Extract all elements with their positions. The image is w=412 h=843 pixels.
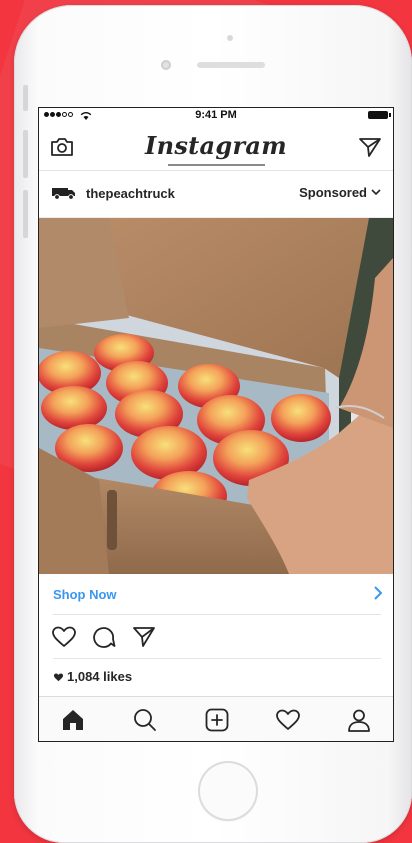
activity-icon[interactable]	[275, 707, 301, 733]
app-screen: 9:41 PM Instagram thepeachtruck Sponsore…	[39, 108, 393, 741]
post-photo[interactable]	[39, 218, 393, 574]
truck-icon[interactable]	[51, 186, 77, 200]
logo-underline	[168, 164, 265, 166]
likes-text: 1,084 likes	[67, 669, 133, 684]
app-header: Instagram	[39, 124, 393, 171]
share-icon[interactable]	[131, 624, 157, 650]
likes-count[interactable]: 1,084 likes	[53, 669, 132, 684]
home-button[interactable]	[198, 761, 258, 821]
post-header: thepeachtruck Sponsored	[39, 171, 393, 218]
heart-filled-icon	[53, 672, 64, 681]
proximity-sensor	[227, 35, 233, 41]
add-post-icon[interactable]	[204, 707, 230, 733]
sponsored-menu[interactable]: Sponsored	[299, 185, 381, 200]
sponsored-label: Sponsored	[299, 185, 367, 200]
shop-now-bar[interactable]: Shop Now	[39, 574, 393, 615]
shop-now-link[interactable]: Shop Now	[53, 587, 117, 602]
post-username[interactable]: thepeachtruck	[86, 186, 175, 201]
battery-icon	[368, 111, 391, 119]
comment-icon[interactable]	[91, 624, 117, 650]
chevron-right-icon	[374, 586, 383, 600]
search-icon[interactable]	[132, 707, 158, 733]
bottom-tab-bar	[39, 696, 393, 741]
profile-icon[interactable]	[346, 707, 372, 733]
chevron-down-icon	[371, 189, 381, 196]
status-time: 9:41 PM	[195, 109, 237, 121]
home-icon[interactable]	[60, 707, 86, 733]
volume-up-button	[23, 130, 28, 178]
app-logo: Instagram	[145, 131, 287, 160]
earpiece-speaker	[197, 62, 265, 68]
front-camera	[161, 60, 171, 70]
post-actions	[39, 618, 393, 658]
mute-switch	[23, 85, 28, 111]
heart-icon[interactable]	[51, 624, 77, 650]
status-bar: 9:41 PM	[39, 108, 393, 124]
divider	[53, 614, 381, 615]
volume-down-button	[23, 190, 28, 238]
direct-message-icon[interactable]	[357, 134, 383, 160]
divider	[53, 658, 381, 659]
